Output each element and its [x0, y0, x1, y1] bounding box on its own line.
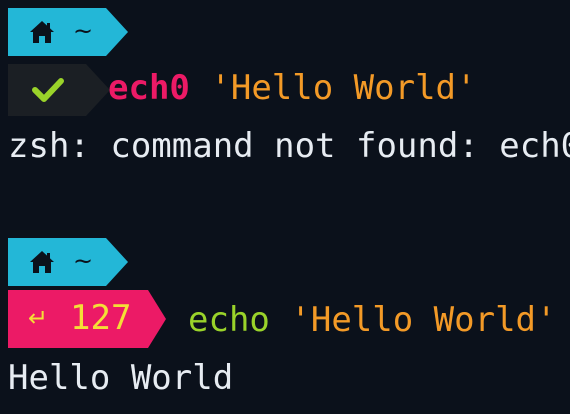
prompt-dir-label: ~	[73, 247, 94, 275]
prompt-dir-label: ~	[73, 17, 94, 45]
command-argument: 'Hello World'	[290, 300, 557, 340]
command-output-1: zsh: command not found: ech0	[8, 126, 570, 166]
prompt-dir-segment: ~	[8, 8, 128, 56]
prompt-status-error-segment: ↵ 127	[8, 290, 166, 348]
exit-code: 127	[70, 298, 132, 338]
prompt-dir-segment: ~	[8, 238, 128, 286]
return-icon: ↵	[28, 304, 49, 332]
command-line-1: ech0 'Hello World'	[108, 66, 476, 110]
home-icon	[30, 251, 54, 273]
command-output-2: Hello World	[8, 358, 234, 398]
command-argument: 'Hello World'	[210, 68, 477, 108]
prompt-status-ok-segment	[8, 64, 110, 116]
command-name: echo	[188, 300, 270, 340]
home-icon	[30, 21, 54, 43]
check-icon	[32, 78, 64, 102]
command-line-2: echo 'Hello World'	[188, 298, 556, 342]
terminal-window[interactable]: ~ ech0 'Hello World' zsh: command not fo…	[0, 0, 570, 414]
command-name: ech0	[108, 68, 190, 108]
